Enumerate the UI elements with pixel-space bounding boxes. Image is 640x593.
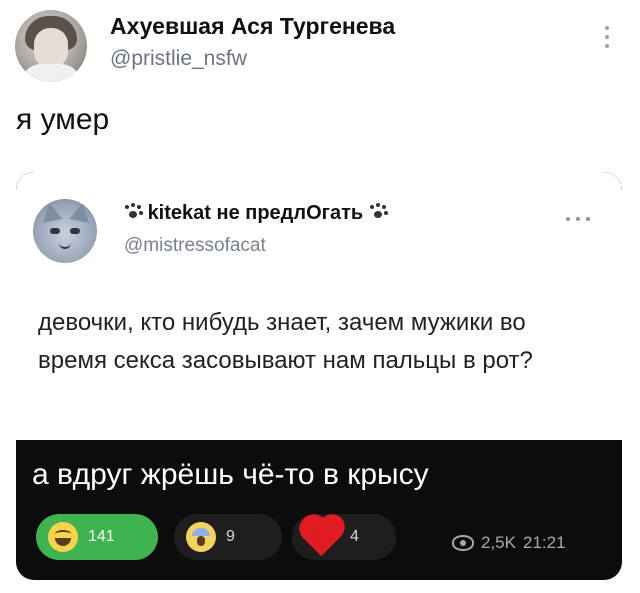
cat-avatar[interactable] xyxy=(33,199,97,263)
grinning-face-icon xyxy=(48,522,78,552)
cat-eyes-icon xyxy=(50,228,80,234)
eye-icon xyxy=(452,535,474,551)
quoted-author-name[interactable]: kitekat не предлОгать xyxy=(124,202,387,225)
top-tweet: Ахуевшая Ася Тургенева @pristlie_nsfw я … xyxy=(0,0,640,160)
quoted-author-handle[interactable]: @mistressofacat xyxy=(124,235,266,257)
paw-icon xyxy=(369,203,387,221)
reaction-red-heart[interactable]: 4 xyxy=(292,514,396,560)
quoted-author-name-text: kitekat не предлОгать xyxy=(147,202,364,224)
cat-mouth-icon xyxy=(59,241,71,249)
cat-ear-right-icon xyxy=(69,201,93,223)
post-time: 21:21 xyxy=(522,533,566,552)
author-handle[interactable]: @pristlie_nsfw xyxy=(110,47,247,71)
red-heart-icon xyxy=(302,517,342,557)
views-count: 2,5K xyxy=(481,533,516,552)
avatar-shirt xyxy=(21,64,81,82)
tweet-text: я умер xyxy=(16,103,110,136)
avatar-face xyxy=(34,28,68,68)
quoted-post: kitekat не предлОгать @mistressofacat де… xyxy=(16,172,622,440)
views-and-time: 2,5K 21:21 xyxy=(452,533,566,553)
reaction-count: 9 xyxy=(226,528,235,545)
quoted-screenshot-card: kitekat не предлОгать @mistressofacat де… xyxy=(16,172,622,580)
reaction-count: 4 xyxy=(350,528,359,545)
quoted-more-options-icon[interactable] xyxy=(566,208,596,221)
quoted-post-text: девочки, кто нибудь знает, зачем мужики … xyxy=(38,309,533,374)
author-avatar[interactable] xyxy=(15,10,87,82)
paw-icon xyxy=(124,203,142,221)
reaction-grinning-face[interactable]: 141 xyxy=(36,514,158,560)
reply-text: а вдруг жрёшь чё-то в крысу xyxy=(32,458,429,491)
author-name[interactable]: Ахуевшая Ася Тургенева xyxy=(110,13,395,40)
cat-ear-left-icon xyxy=(39,201,63,223)
reaction-screaming-face[interactable]: 9 xyxy=(174,514,282,560)
screaming-face-icon xyxy=(186,522,216,552)
more-options-icon[interactable] xyxy=(601,26,613,54)
reaction-count: 141 xyxy=(88,528,115,545)
